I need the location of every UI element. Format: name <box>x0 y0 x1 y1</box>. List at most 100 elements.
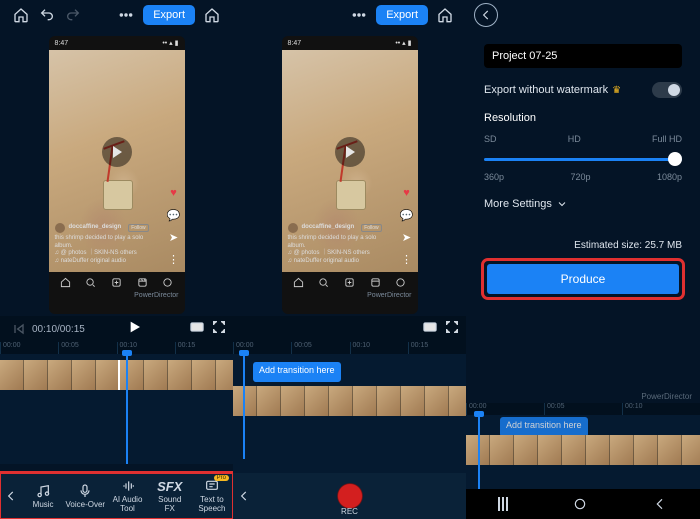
resolution-slider[interactable] <box>484 150 682 168</box>
back-icon[interactable] <box>474 3 498 27</box>
reel-username[interactable]: doccaffine_design <box>302 224 355 232</box>
more-vert-icon[interactable]: ⋮ <box>400 252 414 266</box>
watermark: PowerDirector <box>49 292 185 301</box>
tool-label: Text to Speech <box>198 496 225 514</box>
more-settings-button[interactable]: More Settings <box>484 198 682 210</box>
heart-icon[interactable]: ♥ <box>400 186 414 200</box>
undo-icon[interactable] <box>38 6 56 24</box>
ruler-tick: 00:10 <box>622 403 700 415</box>
phone-status-bar: 8:47 •• ▴ ▮ <box>49 36 185 50</box>
home2-icon[interactable] <box>436 6 454 24</box>
playhead[interactable] <box>478 415 480 489</box>
reel-caption: doccaffine_design Follow this shrimp deci… <box>55 223 157 266</box>
sys-back-icon[interactable] <box>652 496 668 512</box>
fullscreen-icon[interactable] <box>211 319 227 340</box>
export-button[interactable]: Export <box>143 5 195 25</box>
heart-icon[interactable]: ♥ <box>167 186 181 200</box>
slider-thumb[interactable] <box>668 152 682 166</box>
reel-side-icons: ♥ 💬 ➤ ⋮ <box>167 186 181 266</box>
timeline-ruler: 00:00 00:05 00:10 <box>466 403 700 415</box>
playhead[interactable] <box>126 354 128 464</box>
nav-add-icon[interactable] <box>343 276 355 288</box>
tool-music[interactable]: Music <box>22 483 64 510</box>
fullscreen-icon[interactable] <box>444 319 460 340</box>
timeline-ruler: 00:00 00:05 00:10 00:15 <box>0 342 233 354</box>
more-icon[interactable] <box>350 6 368 24</box>
play-overlay-icon[interactable] <box>102 137 132 167</box>
more-settings-label: More Settings <box>484 198 552 210</box>
play-button[interactable] <box>126 319 142 340</box>
add-transition-chip[interactable]: Add transition here <box>253 362 341 382</box>
preview-area: 8:47 •• ▴ ▮ ♥ 💬 ➤ ⋮ doccaffine_design Fol… <box>0 30 233 316</box>
tool-sound-fx[interactable]: SFXSound FX <box>149 479 191 514</box>
add-transition-chip[interactable]: Add transition here <box>500 417 588 437</box>
produce-highlight: Produce <box>484 261 682 297</box>
clip-strip[interactable] <box>0 360 233 390</box>
home-icon[interactable] <box>12 6 30 24</box>
estimated-size: Estimated size: 25.7 MB <box>484 240 682 251</box>
tool-text-to-speech[interactable]: Pro Text to Speech <box>191 478 233 514</box>
more-vert-icon[interactable]: ⋮ <box>167 252 181 266</box>
watermark-toggle[interactable] <box>652 82 682 98</box>
nav-search-icon[interactable] <box>318 276 330 288</box>
nav-profile-icon[interactable] <box>162 276 174 288</box>
tool-voiceover[interactable]: Voice-Over <box>64 483 106 510</box>
phone-time: 8:47 <box>55 40 69 47</box>
timecode: 00:10/00:15 <box>32 324 85 335</box>
caption-audio: ♫ nateDuffer original audio <box>288 258 390 266</box>
captions-icon[interactable] <box>422 319 438 340</box>
sys-home-icon[interactable] <box>572 496 588 512</box>
playhead[interactable] <box>243 354 245 464</box>
resolution-bottom-labels: 360p 720p 1080p <box>484 172 682 182</box>
nav-search-icon[interactable] <box>85 276 97 288</box>
clip-strip[interactable] <box>466 435 700 463</box>
toolbar-back-icon[interactable] <box>0 489 22 503</box>
nav-home-icon[interactable] <box>292 276 304 288</box>
record-label: REC <box>341 507 358 516</box>
playback-controls: 00:10/00:15 <box>0 316 233 342</box>
comment-icon[interactable]: 💬 <box>167 208 181 222</box>
project-name-input[interactable] <box>484 44 682 68</box>
res-label: SD <box>484 134 497 144</box>
clip-strip[interactable] <box>233 386 466 416</box>
caption-line1: this shrimp decided to play a solo album… <box>55 235 157 251</box>
follow-button[interactable]: Follow <box>128 224 148 233</box>
toolbar-back-icon[interactable] <box>233 473 255 519</box>
captions-icon[interactable] <box>189 319 205 340</box>
timeline[interactable]: Add transition here <box>466 415 700 489</box>
play-overlay-icon[interactable] <box>335 137 365 167</box>
timeline[interactable]: Add transition here <box>233 354 466 464</box>
produce-button[interactable]: Produce <box>487 264 679 294</box>
caption-line2: ♫ @ photos ｜SKIN-NS others <box>55 250 157 258</box>
avatar[interactable] <box>288 223 298 233</box>
nav-add-icon[interactable] <box>110 276 122 288</box>
follow-button[interactable]: Follow <box>361 224 381 233</box>
phone-status-icons: •• ▴ ▮ <box>162 39 178 47</box>
caption-line2: ♫ @ photos ｜SKIN-NS others <box>288 250 390 258</box>
tool-ai-audio[interactable]: AI Audio Tool <box>106 478 148 514</box>
nav-reels-icon[interactable] <box>369 276 381 288</box>
share-icon[interactable]: ➤ <box>400 230 414 244</box>
timeline-ruler: 00:00 00:05 00:10 00:15 <box>233 342 466 354</box>
redo-icon <box>64 6 82 24</box>
record-bar: REC <box>233 473 466 519</box>
res-label: 360p <box>484 172 504 182</box>
nav-profile-icon[interactable] <box>395 276 407 288</box>
tool-label: Sound FX <box>158 496 181 514</box>
step-back-icon[interactable] <box>10 320 28 338</box>
phone-video[interactable]: ♥ 💬 ➤ ⋮ doccaffine_design Follow this shr… <box>49 50 185 272</box>
comment-icon[interactable]: 💬 <box>400 208 414 222</box>
phone-video[interactable]: ♥ 💬 ➤ ⋮ doccaffine_designFollow this shr… <box>282 50 418 272</box>
reel-username[interactable]: doccaffine_design <box>69 224 122 232</box>
nav-reels-icon[interactable] <box>136 276 148 288</box>
export-button[interactable]: Export <box>376 5 428 25</box>
share-icon[interactable]: ➤ <box>167 230 181 244</box>
timeline[interactable] <box>0 354 233 464</box>
home2-icon[interactable] <box>203 6 221 24</box>
crown-icon: ♛ <box>612 85 621 96</box>
sys-recent-icon[interactable] <box>498 497 508 511</box>
nav-home-icon[interactable] <box>59 276 71 288</box>
caption-audio: ♫ nateDuffer original audio <box>55 258 157 266</box>
avatar[interactable] <box>55 223 65 233</box>
more-icon[interactable] <box>117 6 135 24</box>
